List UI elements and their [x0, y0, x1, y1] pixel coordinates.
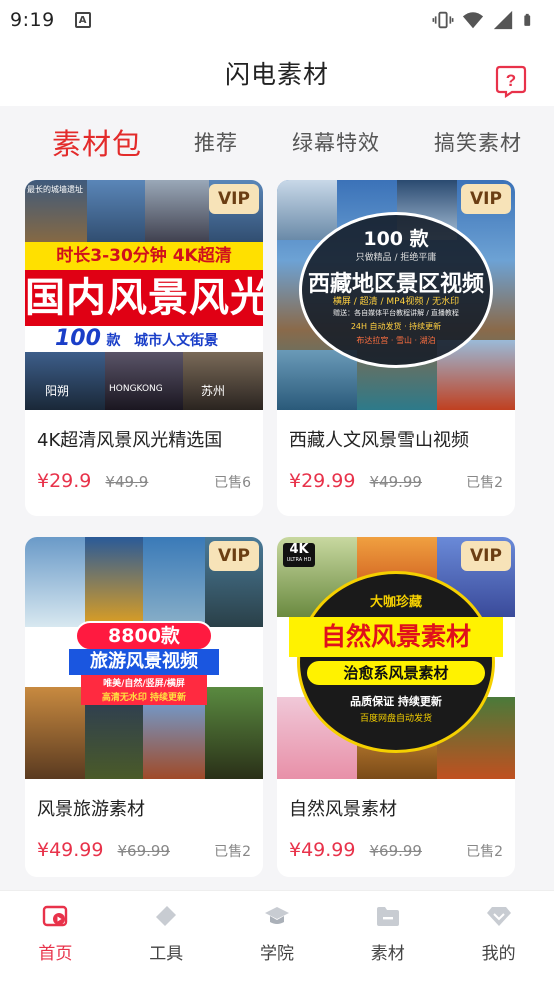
- image-gift-text: 赠送：各自媒体平台教程讲解 / 直播教程: [333, 309, 459, 317]
- image-tags2-text: 高清无水印 持续更新: [101, 693, 187, 703]
- home-play-icon: [43, 905, 68, 927]
- wifi-icon: [462, 12, 484, 29]
- battery-icon: [524, 13, 531, 26]
- product-image: 8800款 旅游风景视频 唯美/自然/竖屏/横屏 高清无水印 持续更新 VIP: [25, 537, 263, 779]
- bottom-nav: 首页 工具 学院 素材 我的: [0, 890, 554, 984]
- eraser-tool-icon: [156, 906, 177, 926]
- product-image: 100 款 只做精品 / 拒绝平庸 西藏地区景区视频 横屏 / 超清 / MP4…: [277, 180, 515, 410]
- page-title: 闪电素材: [224, 60, 329, 89]
- image-count-line: 100 款 城市人文街景: [55, 326, 218, 354]
- vip-badge: VIP: [209, 184, 259, 214]
- image-bottom-1: 阳朔: [45, 384, 70, 398]
- image-4k-text: 4K: [289, 542, 309, 557]
- product-title: 自然风景素材: [289, 799, 397, 820]
- product-price: ¥29.99: [289, 470, 356, 492]
- product-price: ¥49.99: [289, 839, 356, 861]
- product-card[interactable]: 最长的城墙遗址 时长3-30分钟 4K超清 国内风景风光 100 款 城市人文街…: [25, 180, 263, 516]
- sold-count: 已售2: [466, 844, 503, 860]
- original-price: ¥49.99: [369, 473, 422, 491]
- image-places-text: 布达拉宫 · 雪山 · 湖泊: [356, 336, 436, 345]
- product-price: ¥29.9: [37, 470, 92, 492]
- image-count-text: 8800款: [108, 625, 180, 647]
- svg-text:?: ?: [506, 71, 516, 90]
- vibrate-icon: [432, 11, 454, 29]
- folder-icon: [376, 907, 399, 926]
- status-time: 9:19: [10, 9, 55, 31]
- product-title: 4K超清风景风光精选国: [37, 430, 223, 451]
- image-top-text: 大咖珍藏: [369, 595, 422, 610]
- image-4k-sub: ULTRA HD: [286, 557, 312, 563]
- price-row: ¥29.99 ¥49.99 已售2: [277, 470, 515, 492]
- app-header: 闪电素材 ?: [0, 40, 554, 106]
- diamond-heart-icon: [486, 907, 511, 926]
- image-send-text: 百度网盘自动发货: [359, 714, 432, 724]
- image-main-text: 自然风景素材: [320, 622, 471, 651]
- nav-label: 工具: [149, 944, 184, 964]
- price-row: ¥49.99 ¥69.99 已售2: [277, 839, 515, 861]
- image-tags-text: 横屏 / 超清 / MP4视频 / 无水印: [332, 297, 460, 307]
- vip-badge: VIP: [461, 541, 511, 571]
- product-price: ¥49.99: [37, 839, 104, 861]
- image-main-text: 国内风景风光: [25, 275, 263, 321]
- category-tabs: 素材包 推荐 绿幕特效 搞笑素材: [0, 106, 554, 178]
- signal-icon: [493, 10, 513, 30]
- nav-label: 学院: [259, 944, 294, 964]
- image-top-text: 时长3-30分钟 4K超清: [56, 246, 232, 266]
- image-tags-text: 唯美/自然/竖屏/横屏: [103, 679, 185, 689]
- original-price: ¥49.9: [105, 473, 149, 491]
- image-corner-text: 最长的城墙遗址: [27, 185, 83, 194]
- tab-green-screen[interactable]: 绿幕特效: [292, 127, 380, 157]
- original-price: ¥69.99: [117, 842, 170, 860]
- notification-icon: A: [74, 12, 91, 28]
- nav-label: 我的: [481, 944, 516, 964]
- nav-academy[interactable]: 学院: [237, 903, 317, 964]
- vip-badge: VIP: [209, 541, 259, 571]
- help-bubble-icon[interactable]: ?: [494, 64, 528, 98]
- nav-home[interactable]: 首页: [15, 903, 95, 964]
- image-bottom-3: 苏州: [201, 384, 226, 398]
- sold-count: 已售6: [214, 475, 251, 491]
- vip-badge: VIP: [461, 184, 511, 214]
- image-line1-text: 只做精品 / 拒绝平庸: [355, 253, 437, 263]
- nav-label: 首页: [38, 944, 73, 964]
- product-title: 西藏人文风景雪山视频: [289, 430, 469, 451]
- nav-materials[interactable]: 素材: [348, 903, 428, 964]
- product-image: 最长的城墙遗址 时长3-30分钟 4K超清 国内风景风光 100 款 城市人文街…: [25, 180, 263, 410]
- image-sub-text: 治愈系风景素材: [343, 664, 449, 682]
- image-bottom-2: HONGKONG: [109, 384, 163, 394]
- tab-recommend[interactable]: 推荐: [194, 127, 238, 157]
- image-main-text: 旅游风景视频: [90, 651, 198, 672]
- product-card[interactable]: 8800款 旅游风景视频 唯美/自然/竖屏/横屏 高清无水印 持续更新 VIP …: [25, 537, 263, 877]
- sold-count: 已售2: [466, 475, 503, 491]
- product-card[interactable]: 100 款 只做精品 / 拒绝平庸 西藏地区景区视频 横屏 / 超清 / MP4…: [277, 180, 515, 516]
- image-sub: 城市人文街景: [134, 333, 219, 349]
- nav-tools[interactable]: 工具: [126, 903, 206, 964]
- sold-count: 已售2: [214, 844, 251, 860]
- product-title: 风景旅游素材: [37, 799, 145, 820]
- original-price: ¥69.99: [369, 842, 422, 860]
- tab-material-pack[interactable]: 素材包: [52, 121, 142, 163]
- graduation-cap-icon: [264, 907, 289, 924]
- nav-label: 素材: [370, 944, 405, 964]
- tab-funny[interactable]: 搞笑素材: [434, 127, 522, 157]
- product-image: 4K ULTRA HD 大咖珍藏 自然风景素材 治愈系风景素材 品质保证 持续更…: [277, 537, 515, 779]
- image-count: 100: [55, 326, 101, 351]
- price-row: ¥49.99 ¥69.99 已售2: [25, 839, 263, 861]
- status-icons: [432, 9, 536, 31]
- image-count-text: 100 款: [363, 228, 429, 250]
- image-quality-text: 品质保证 持续更新: [350, 695, 442, 708]
- product-card[interactable]: 4K ULTRA HD 大咖珍藏 自然风景素材 治愈系风景素材 品质保证 持续更…: [277, 537, 515, 877]
- image-send-text: 24H 自动发货 · 持续更新: [350, 322, 442, 331]
- image-unit: 款: [106, 333, 121, 349]
- price-row: ¥29.9 ¥49.9 已售6: [25, 470, 263, 492]
- status-bar: 9:19 A: [0, 0, 554, 40]
- nav-mine[interactable]: 我的: [459, 903, 539, 964]
